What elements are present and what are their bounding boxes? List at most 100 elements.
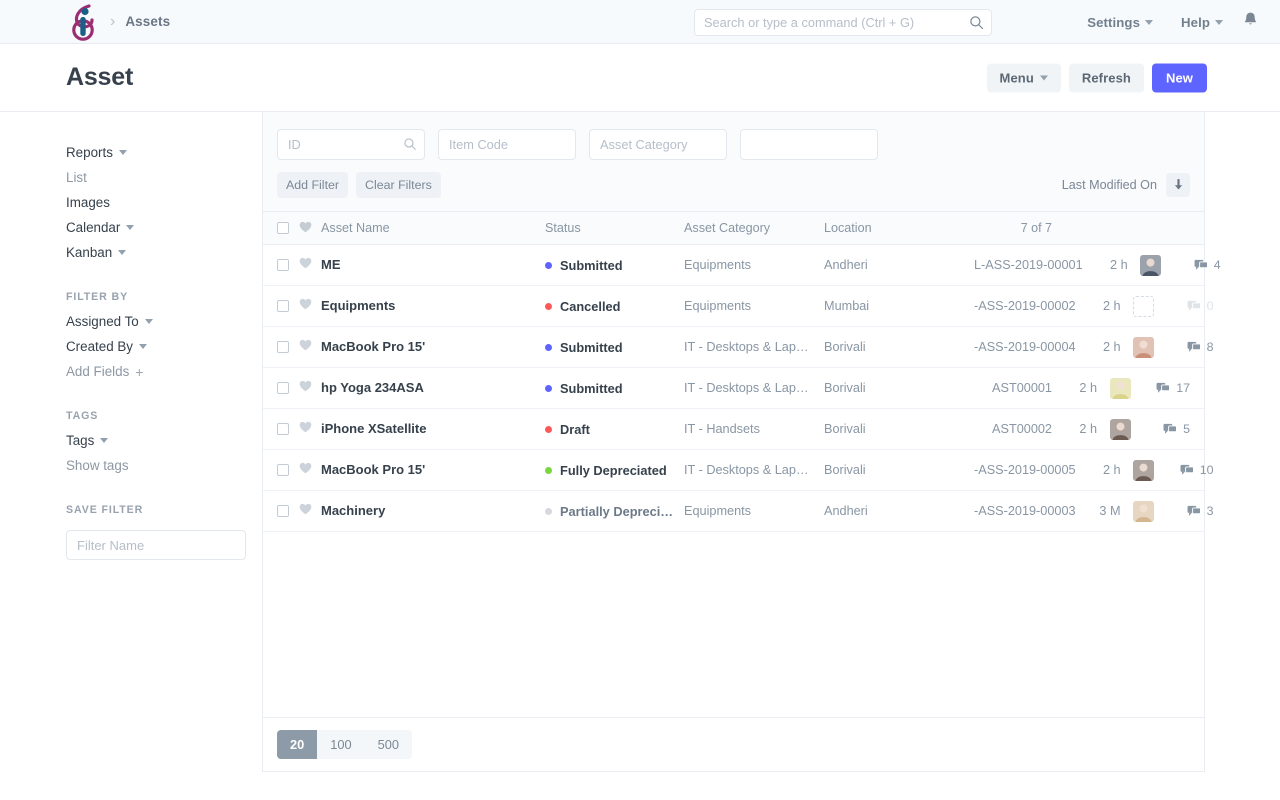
row-last-modified: 2 h xyxy=(1103,299,1121,313)
avatar-placeholder[interactable] xyxy=(1133,296,1154,317)
sidebar-item-tags[interactable]: Tags xyxy=(66,428,108,453)
row-like-button[interactable] xyxy=(299,297,321,315)
search-input[interactable] xyxy=(694,9,992,36)
row-select-cell xyxy=(277,341,299,353)
refresh-button[interactable]: Refresh xyxy=(1069,63,1144,92)
page-size-group: 20100500 xyxy=(277,730,412,759)
show-tags-link[interactable]: Show tags xyxy=(66,453,129,478)
row-like-button[interactable] xyxy=(299,379,321,397)
filter-input-extra[interactable] xyxy=(740,129,878,160)
row-location: Andheri xyxy=(824,258,974,272)
row-comments[interactable]: 0 xyxy=(1167,299,1214,313)
row-asset-name[interactable]: Machinery xyxy=(321,503,385,518)
table-row[interactable]: MacBook Pro 15'SubmittedIT - Desktops & … xyxy=(263,327,1204,368)
add-fields-button[interactable]: Add Fields + xyxy=(66,359,143,384)
table-row[interactable]: hp Yoga 234ASASubmittedIT - Desktops & L… xyxy=(263,368,1204,409)
row-id: ‑ASS-2019-00005 xyxy=(974,463,1076,477)
row-asset-name[interactable]: Equipments xyxy=(321,298,395,313)
avatar[interactable] xyxy=(1140,255,1161,276)
row-asset-name[interactable]: MacBook Pro 15' xyxy=(321,339,425,354)
row-id: ‑ASS-2019-00003 xyxy=(974,504,1076,518)
sidebar-item-created-by[interactable]: Created By xyxy=(66,334,147,359)
row-checkbox[interactable] xyxy=(277,341,289,353)
row-comments[interactable]: 3 xyxy=(1167,504,1214,518)
brand-breadcrumb: › Assets xyxy=(0,3,170,41)
table-row[interactable]: MESubmittedEquipmentsAndheriL-ASS-2019-0… xyxy=(263,245,1204,286)
row-asset-category: Equipments xyxy=(684,504,824,518)
row-like-button[interactable] xyxy=(299,502,321,520)
column-header-status[interactable]: Status xyxy=(545,221,684,235)
sort-selector[interactable]: Last Modified On xyxy=(1062,178,1157,192)
row-checkbox[interactable] xyxy=(277,505,289,517)
row-asset-name[interactable]: ME xyxy=(321,257,341,272)
heart-icon xyxy=(299,421,312,433)
sidebar-item-reports[interactable]: Reports xyxy=(66,140,127,165)
avatar[interactable] xyxy=(1110,378,1131,399)
comment-icon xyxy=(1180,464,1194,476)
row-like-button[interactable] xyxy=(299,338,321,356)
breadcrumb-assets[interactable]: Assets xyxy=(125,14,170,29)
row-avatar-cell xyxy=(1097,378,1143,399)
sidebar-item-images[interactable]: Images xyxy=(66,190,110,215)
erpnext-person-logo[interactable] xyxy=(68,3,98,41)
row-avatar-cell xyxy=(1128,255,1174,276)
row-location: Borivali xyxy=(824,381,974,395)
column-header-asset-name[interactable]: Asset Name xyxy=(321,221,545,235)
filter-name-input[interactable] xyxy=(66,530,246,560)
page-size-100[interactable]: 100 xyxy=(317,730,364,759)
settings-menu[interactable]: Settings xyxy=(1073,15,1167,30)
row-status-label: Fully Depreciated xyxy=(560,463,667,478)
sidebar-item-kanban[interactable]: Kanban xyxy=(66,240,126,265)
page-size-500[interactable]: 500 xyxy=(365,730,412,759)
heart-icon xyxy=(299,298,312,310)
row-like-button[interactable] xyxy=(299,461,321,479)
sidebar-item-assigned-to[interactable]: Assigned To xyxy=(66,309,153,334)
row-like-button[interactable] xyxy=(299,256,321,274)
row-checkbox[interactable] xyxy=(277,464,289,476)
table-row[interactable]: MachineryPartially Depreci…EquipmentsAnd… xyxy=(263,491,1204,532)
row-asset-name[interactable]: iPhone XSatellite xyxy=(321,421,426,436)
new-button[interactable]: New xyxy=(1152,63,1207,92)
select-all-checkbox[interactable] xyxy=(277,222,289,234)
table-row[interactable]: iPhone XSatelliteDraftIT - HandsetsBoriv… xyxy=(263,409,1204,450)
row-comments[interactable]: 4 xyxy=(1174,258,1221,272)
sidebar-item-calendar[interactable]: Calendar xyxy=(66,215,134,240)
row-checkbox[interactable] xyxy=(277,382,289,394)
row-checkbox[interactable] xyxy=(277,423,289,435)
settings-label: Settings xyxy=(1087,15,1140,30)
row-comments[interactable]: 10 xyxy=(1167,463,1214,477)
menu-button[interactable]: Menu xyxy=(987,63,1061,92)
avatar[interactable] xyxy=(1133,337,1154,358)
add-filter-button[interactable]: Add Filter xyxy=(277,172,348,198)
row-id: ‑ASS-2019-00002 xyxy=(974,299,1076,313)
row-comments[interactable]: 17 xyxy=(1143,381,1190,395)
help-menu[interactable]: Help xyxy=(1167,15,1237,30)
like-column-header[interactable] xyxy=(299,221,321,236)
bell-icon[interactable] xyxy=(1243,11,1258,33)
row-asset-category: Equipments xyxy=(684,258,824,272)
heart-icon xyxy=(299,257,312,269)
table-row[interactable]: EquipmentsCancelledEquipmentsMumbai‑ASS-… xyxy=(263,286,1204,327)
sort-direction-button[interactable] xyxy=(1166,173,1190,197)
clear-filters-button[interactable]: Clear Filters xyxy=(356,172,441,198)
row-comments[interactable]: 8 xyxy=(1167,340,1214,354)
row-like-button[interactable] xyxy=(299,420,321,438)
row-checkbox[interactable] xyxy=(277,259,289,271)
sidebar-item-list[interactable]: List xyxy=(66,165,87,190)
filter-input-item-code[interactable] xyxy=(438,129,576,160)
select-all-cell xyxy=(277,222,299,234)
page-size-20[interactable]: 20 xyxy=(277,730,317,759)
column-header-asset-category[interactable]: Asset Category xyxy=(684,221,824,235)
row-comments[interactable]: 5 xyxy=(1143,422,1190,436)
table-row[interactable]: MacBook Pro 15'Fully DepreciatedIT - Des… xyxy=(263,450,1204,491)
row-comment-count: 4 xyxy=(1214,258,1221,272)
avatar[interactable] xyxy=(1110,419,1131,440)
column-header-location[interactable]: Location xyxy=(824,221,974,235)
avatar[interactable] xyxy=(1133,460,1154,481)
row-asset-name[interactable]: MacBook Pro 15' xyxy=(321,462,425,477)
filter-input-asset-category[interactable] xyxy=(589,129,727,160)
row-asset-name[interactable]: hp Yoga 234ASA xyxy=(321,380,424,395)
row-checkbox[interactable] xyxy=(277,300,289,312)
avatar[interactable] xyxy=(1133,501,1154,522)
search-icon xyxy=(403,137,417,151)
